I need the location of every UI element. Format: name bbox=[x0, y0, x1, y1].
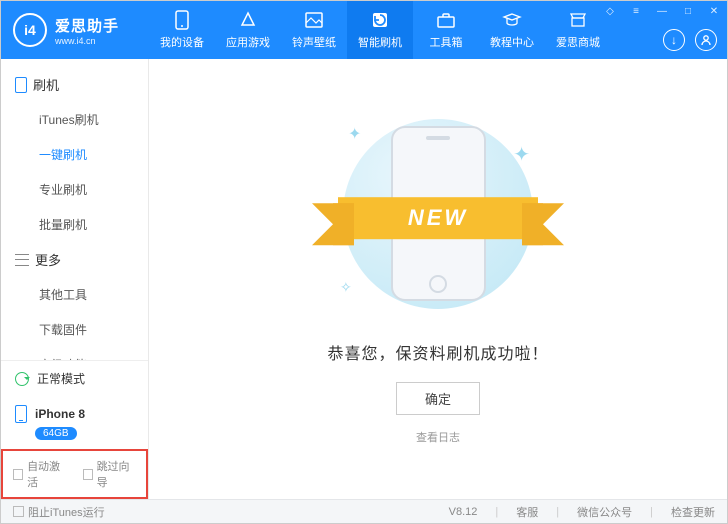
sparkle-icon: ✦ bbox=[348, 124, 361, 144]
brand-name: 爱思助手 bbox=[55, 15, 119, 36]
minimize-button[interactable]: — bbox=[649, 1, 675, 21]
nav-label: 应用游戏 bbox=[226, 34, 270, 50]
apps-icon bbox=[238, 10, 258, 30]
flash-icon bbox=[370, 10, 390, 30]
sidebar: 刷机 iTunes刷机 一键刷机 专业刷机 批量刷机 更多 其他工具 下载固件 … bbox=[1, 59, 149, 499]
view-log-link[interactable]: 查看日志 bbox=[416, 429, 460, 445]
sidebar-item-itunes-flash[interactable]: iTunes刷机 bbox=[1, 102, 148, 137]
close-button[interactable]: ✕ bbox=[701, 1, 727, 21]
skip-wizard-checkbox[interactable]: 跳过向导 bbox=[83, 458, 137, 490]
sidebar-bottom: 正常模式 iPhone 8 64GB 自动激活 跳过向导 bbox=[1, 360, 148, 499]
app-body: 刷机 iTunes刷机 一键刷机 专业刷机 批量刷机 更多 其他工具 下载固件 … bbox=[1, 59, 727, 499]
skin-button[interactable]: ◇ bbox=[597, 1, 623, 21]
success-message: 恭喜您，保资料刷机成功啦！ bbox=[327, 340, 548, 364]
refresh-icon bbox=[15, 372, 29, 386]
auto-activate-checkbox[interactable]: 自动激活 bbox=[13, 458, 67, 490]
new-ribbon: NEW bbox=[338, 197, 538, 239]
sparkle-icon: ✦ bbox=[513, 142, 530, 167]
separator: | bbox=[495, 506, 498, 518]
phone-icon bbox=[15, 405, 27, 423]
logo-icon: i4 bbox=[13, 13, 47, 47]
sidebar-item-onekey-flash[interactable]: 一键刷机 bbox=[1, 137, 148, 172]
sidebar-item-other-tools[interactable]: 其他工具 bbox=[1, 277, 148, 312]
nav-tutorials[interactable]: 教程中心 bbox=[479, 1, 545, 59]
sidebar-item-batch-flash[interactable]: 批量刷机 bbox=[1, 207, 148, 242]
logo-area: i4 爱思助手 www.i4.cn bbox=[1, 13, 149, 47]
status-bar: 阻止iTunes运行 V8.12 | 客服 | 微信公众号 | 检查更新 bbox=[1, 499, 727, 523]
section-title-text: 更多 bbox=[35, 250, 61, 269]
wechat-link[interactable]: 微信公众号 bbox=[577, 504, 632, 520]
logo-text: 爱思助手 www.i4.cn bbox=[55, 15, 119, 46]
mode-label: 正常模式 bbox=[37, 370, 85, 387]
nav-apps[interactable]: 应用游戏 bbox=[215, 1, 281, 59]
sidebar-scroll: 刷机 iTunes刷机 一键刷机 专业刷机 批量刷机 更多 其他工具 下载固件 … bbox=[1, 59, 148, 360]
sidebar-item-advanced[interactable]: 高级功能 bbox=[1, 347, 148, 360]
nav-label: 工具箱 bbox=[430, 34, 463, 50]
app-header: i4 爱思助手 www.i4.cn 我的设备 应用游戏 铃声壁纸 智能刷机 工具… bbox=[1, 1, 727, 59]
check-label: 阻止iTunes运行 bbox=[28, 504, 105, 520]
store-icon bbox=[568, 10, 588, 30]
phone-outline-icon bbox=[15, 77, 27, 93]
user-icon[interactable] bbox=[695, 29, 717, 51]
sparkle-icon: ✧ bbox=[340, 279, 352, 296]
block-itunes-checkbox[interactable]: 阻止iTunes运行 bbox=[13, 504, 105, 520]
bottom-checks: 自动激活 跳过向导 bbox=[1, 449, 148, 499]
sidebar-item-pro-flash[interactable]: 专业刷机 bbox=[1, 172, 148, 207]
storage-badge: 64GB bbox=[35, 427, 77, 440]
nav-toolbox[interactable]: 工具箱 bbox=[413, 1, 479, 59]
nav-flash[interactable]: 智能刷机 bbox=[347, 1, 413, 59]
separator: | bbox=[650, 506, 653, 518]
support-link[interactable]: 客服 bbox=[516, 504, 538, 520]
header-right-icons: ↓ bbox=[663, 29, 717, 51]
sidebar-section-more: 更多 bbox=[1, 242, 148, 277]
device-row[interactable]: iPhone 8 64GB bbox=[1, 396, 148, 449]
sidebar-section-flash: 刷机 bbox=[1, 67, 148, 102]
nav-label: 爱思商城 bbox=[556, 34, 600, 50]
download-icon[interactable]: ↓ bbox=[663, 29, 685, 51]
toolbox-icon bbox=[436, 10, 456, 30]
ribbon-text: NEW bbox=[338, 197, 538, 239]
brand-url: www.i4.cn bbox=[55, 36, 119, 46]
main-content: ✦ ✦ ✧ NEW 恭喜您，保资料刷机成功啦！ 确定 查看日志 bbox=[149, 59, 727, 499]
sidebar-item-download-fw[interactable]: 下载固件 bbox=[1, 312, 148, 347]
check-update-link[interactable]: 检查更新 bbox=[671, 504, 715, 520]
separator: | bbox=[556, 506, 559, 518]
ok-button[interactable]: 确定 bbox=[396, 382, 480, 415]
device-name: iPhone 8 bbox=[35, 407, 85, 421]
window-controls: ◇ ≡ — □ ✕ bbox=[597, 1, 727, 21]
nav-label: 教程中心 bbox=[490, 34, 534, 50]
nav-label: 铃声壁纸 bbox=[292, 34, 336, 50]
maximize-button[interactable]: □ bbox=[675, 1, 701, 21]
menu-button[interactable]: ≡ bbox=[623, 1, 649, 21]
top-nav: 我的设备 应用游戏 铃声壁纸 智能刷机 工具箱 教程中心 爱思商城 bbox=[149, 1, 611, 59]
check-label: 跳过向导 bbox=[97, 458, 136, 490]
mode-row[interactable]: 正常模式 bbox=[1, 361, 148, 396]
check-label: 自动激活 bbox=[27, 458, 66, 490]
list-icon bbox=[15, 254, 29, 266]
success-illustration: ✦ ✦ ✧ NEW bbox=[328, 114, 548, 314]
nav-label: 智能刷机 bbox=[358, 34, 402, 50]
wallpaper-icon bbox=[304, 10, 324, 30]
device-icon bbox=[172, 10, 192, 30]
nav-ringtones[interactable]: 铃声壁纸 bbox=[281, 1, 347, 59]
version-label: V8.12 bbox=[449, 506, 478, 518]
footer-right: V8.12 | 客服 | 微信公众号 | 检查更新 bbox=[449, 504, 715, 520]
section-title-text: 刷机 bbox=[33, 75, 59, 94]
nav-label: 我的设备 bbox=[160, 34, 204, 50]
nav-my-device[interactable]: 我的设备 bbox=[149, 1, 215, 59]
tutorial-icon bbox=[502, 10, 522, 30]
